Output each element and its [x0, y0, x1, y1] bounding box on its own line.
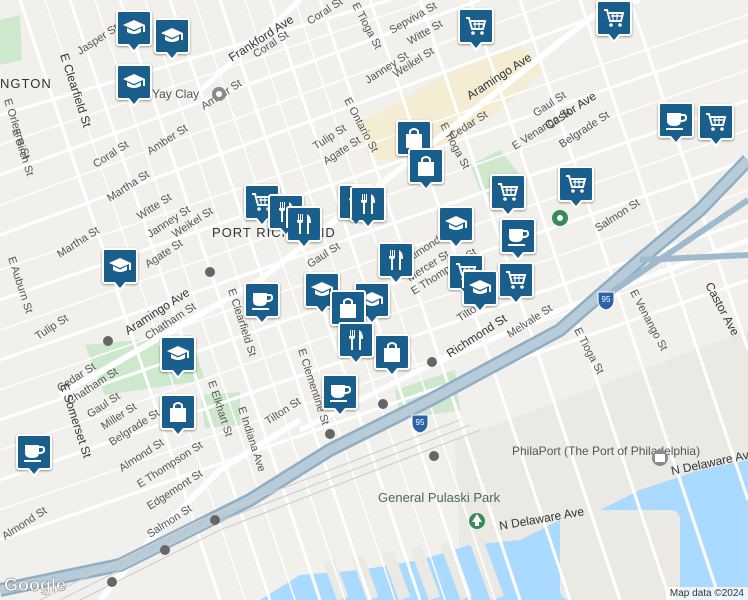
highway-shield-95: 95 — [597, 291, 615, 311]
map-marker-school[interactable] — [160, 336, 196, 379]
svg-text:General Pulaski Park: General Pulaski Park — [378, 490, 501, 505]
map-marker-restaurant[interactable] — [350, 186, 386, 229]
shopping-bag-icon — [380, 340, 404, 364]
grocery-icon — [504, 268, 528, 292]
grocery-icon — [496, 180, 520, 204]
shopping-bag-icon — [402, 126, 426, 150]
map-marker-school[interactable] — [116, 10, 152, 53]
map-marker-grocery[interactable] — [596, 0, 632, 43]
neighborhood-label: NGTON — [0, 76, 52, 91]
map-marker-restaurant[interactable] — [378, 242, 414, 285]
map-marker-shopping-bag[interactable] — [330, 290, 366, 333]
shopping-bag-icon — [336, 296, 360, 320]
map-marker-grocery[interactable] — [558, 166, 594, 209]
school-icon — [122, 16, 146, 40]
poi-bridesmaid-court[interactable] — [552, 210, 568, 226]
poi-yay-clay[interactable]: Yay Clay — [152, 87, 226, 101]
map-marker-shopping-bag[interactable] — [374, 334, 410, 377]
school-icon — [468, 276, 492, 300]
map-marker-school[interactable] — [116, 64, 152, 107]
google-logo: Google — [4, 575, 67, 596]
highway-shield-95: 95 — [411, 414, 429, 434]
map-marker-cafe[interactable] — [658, 102, 694, 145]
svg-text:PhilaPort (The Port of Philade: PhilaPort (The Port of Philadelphia) — [512, 444, 700, 458]
map-marker-school[interactable] — [438, 206, 474, 249]
green-area — [0, 15, 22, 65]
grocery-icon — [704, 110, 728, 134]
map-marker-grocery[interactable] — [458, 8, 494, 51]
school-icon — [108, 254, 132, 278]
restaurant-icon — [384, 248, 408, 272]
map-marker-school[interactable] — [102, 248, 138, 291]
grocery-icon — [464, 14, 488, 38]
cafe-icon — [250, 288, 274, 312]
svg-text:95: 95 — [602, 295, 611, 304]
map-attribution[interactable]: Map data ©2024 — [665, 587, 748, 600]
school-icon — [160, 24, 184, 48]
svg-text:95: 95 — [416, 418, 425, 427]
school-icon — [166, 342, 190, 366]
map-marker-cafe[interactable] — [500, 218, 536, 261]
map-marker-shopping-bag[interactable] — [160, 394, 196, 437]
map-marker-restaurant[interactable] — [286, 206, 322, 249]
map-marker-cafe[interactable] — [16, 434, 52, 477]
map-marker-grocery[interactable] — [498, 262, 534, 305]
restaurant-icon — [344, 328, 368, 352]
restaurant-icon — [356, 192, 380, 216]
map-marker-cafe[interactable] — [322, 374, 358, 417]
cafe-icon — [506, 224, 530, 248]
school-icon — [122, 70, 146, 94]
map-marker-school[interactable] — [154, 18, 190, 61]
cafe-icon — [22, 440, 46, 464]
cafe-icon — [328, 380, 352, 404]
map-marker-grocery[interactable] — [490, 174, 526, 217]
cafe-icon — [664, 108, 688, 132]
shopping-bag-icon — [166, 400, 190, 424]
map-marker-cafe[interactable] — [244, 282, 280, 325]
svg-text:Yay Clay: Yay Clay — [152, 87, 199, 101]
school-icon — [444, 212, 468, 236]
map-marker-grocery[interactable] — [698, 104, 734, 147]
grocery-icon — [564, 172, 588, 196]
restaurant-icon — [292, 212, 316, 236]
grocery-icon — [602, 6, 626, 30]
